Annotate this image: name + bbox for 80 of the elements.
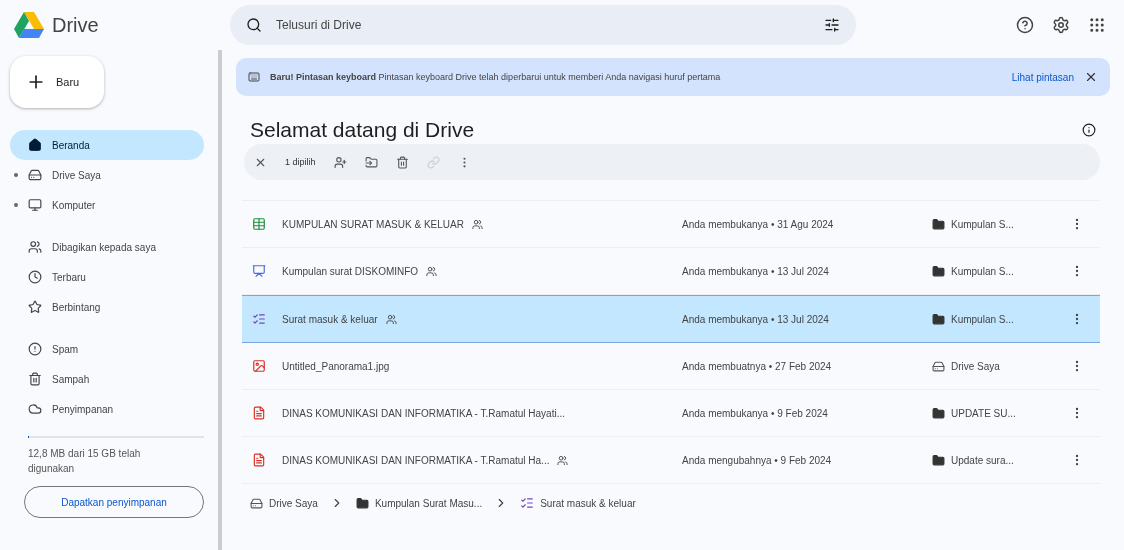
file-name: Kumpulan surat DISKOMINFO: [282, 265, 419, 277]
sidebar-item[interactable]: Berbintang: [10, 292, 204, 322]
sidebar-item[interactable]: Spam: [10, 334, 204, 364]
activity-text: Anda mengubahnya • 9 Feb 2024: [682, 454, 833, 466]
file-row[interactable]: Untitled_Panorama1.jpg Anda membuatnya • 27 Feb 2024 Drive Saya: [242, 343, 1100, 390]
clock-icon: [28, 270, 42, 284]
file-name: DINAS KOMUNIKASI DAN INFORMATIKA - T.Ramatul Hayati...: [282, 407, 566, 419]
settings-icon[interactable]: [1052, 16, 1070, 34]
drive-icon: [932, 359, 945, 373]
shared-icon: [28, 240, 42, 254]
new-button[interactable]: Baru: [10, 56, 104, 108]
sidebar-item[interactable]: Terbaru: [10, 262, 204, 292]
storage-text: 12,8 MB dari 15 GB telah digunakan: [27, 447, 142, 476]
sidebar-item[interactable]: Dibagikan kepada saya: [10, 232, 204, 262]
folder-icon: [932, 217, 945, 231]
file-row[interactable]: DINAS KOMUNIKASI DAN INFORMATIKA - T.Ramatul Hayati... Anda membukanya • 9 Feb 2024 UPDATE SU...: [242, 390, 1100, 437]
location-text: Update sura...: [951, 454, 1014, 466]
image-file-icon: [252, 359, 266, 373]
location-text: Drive Saya: [951, 360, 1000, 372]
computer-icon: [28, 198, 42, 212]
file-name: Untitled_Panorama1.jpg: [282, 360, 390, 372]
sidebar-item[interactable]: Komputer: [10, 190, 204, 220]
apps-grid-icon[interactable]: [1088, 16, 1106, 34]
file-name: KUMPULAN SURAT MASUK & KELUAR: [282, 218, 464, 230]
search-field[interactable]: Telusuri di Drive: [274, 17, 812, 33]
breadcrumb-item[interactable]: Kumpulan Surat Masu...: [374, 497, 483, 509]
selection-count: 1 dipilih: [285, 157, 316, 167]
drive-icon: [250, 496, 263, 510]
drive-icon: [28, 168, 42, 182]
app-name: Drive: [52, 13, 99, 37]
file-row[interactable]: Surat masuk & keluar Anda membukanya • 13 Jul 2024 Kumpulan S...: [242, 295, 1100, 343]
activity-text: Anda membukanya • 9 Feb 2024: [682, 407, 829, 419]
activity-text: Anda membuatnya • 27 Feb 2024: [682, 360, 833, 372]
activity-text: Anda membukanya • 31 Agu 2024: [682, 218, 835, 230]
location-text: Kumpulan S...: [951, 265, 1014, 277]
file-name: DINAS KOMUNIKASI DAN INFORMATIKA - T.Ramatul Ha...: [282, 454, 550, 466]
keyboard-icon: [248, 71, 260, 83]
file-row[interactable]: DINAS KOMUNIKASI DAN INFORMATIKA - T.Ramatul Ha... Anda mengubahnya • 9 Feb 2024 Update sura...: [242, 437, 1100, 484]
folder-icon: [932, 453, 945, 467]
file-name: Surat masuk & keluar: [282, 313, 378, 325]
move-icon[interactable]: [364, 155, 378, 169]
activity-text: Anda membukanya • 13 Jul 2024: [682, 265, 830, 277]
breadcrumb-item[interactable]: Surat masuk & keluar: [540, 497, 636, 509]
help-icon[interactable]: [1016, 16, 1034, 34]
star-icon: [28, 300, 42, 314]
folder-icon: [932, 406, 945, 420]
spam-icon: [28, 342, 42, 356]
close-icon[interactable]: [1084, 70, 1098, 84]
trash-icon[interactable]: [395, 155, 409, 169]
info-icon[interactable]: [1082, 123, 1096, 137]
sheet-file-icon: [252, 217, 266, 231]
location-text: Kumpulan S...: [951, 218, 1014, 230]
sidebar-item[interactable]: Drive Saya: [10, 160, 204, 190]
search-icon: [246, 17, 262, 33]
page-title: Selamat datang di Drive: [250, 118, 475, 142]
sidebar-item[interactable]: Sampah: [10, 364, 204, 394]
cloud-icon: [28, 402, 42, 416]
location-text: Kumpulan S...: [951, 313, 1014, 325]
filter-icon[interactable]: [824, 17, 840, 33]
form-file-icon: [520, 496, 535, 510]
activity-text: Anda membukanya • 13 Jul 2024: [682, 313, 830, 325]
logo-icon: [14, 12, 44, 38]
home-icon: [28, 138, 42, 152]
breadcrumb-item[interactable]: Drive Saya: [269, 497, 318, 509]
location-text: UPDATE SU...: [951, 407, 1016, 419]
share-icon[interactable]: [333, 155, 347, 169]
pdf-file-icon: [252, 406, 266, 420]
file-row[interactable]: KUMPULAN SURAT MASUK & KELUAR Anda membukanya • 31 Agu 2024 Kumpulan S...: [242, 201, 1100, 248]
pdf-file-icon: [252, 453, 266, 467]
folder-icon: [932, 312, 945, 326]
sidebar-item[interactable]: Penyimpanan: [10, 394, 204, 424]
search-bar[interactable]: Telusuri di Drive: [230, 5, 856, 45]
folder-icon: [355, 496, 369, 510]
trash-icon: [28, 372, 42, 386]
view-shortcuts-link[interactable]: Lihat pintasan: [1011, 71, 1074, 83]
folder-icon: [932, 264, 945, 278]
form-file-icon: [252, 312, 266, 326]
banner-text: Baru! Pintasan keyboard Pintasan keyboard Drive telah diperbarui untuk memberi Anda navigasi huruf pertama: [270, 72, 722, 82]
sidebar-item[interactable]: Beranda: [10, 130, 204, 160]
slides-file-icon: [252, 264, 266, 278]
